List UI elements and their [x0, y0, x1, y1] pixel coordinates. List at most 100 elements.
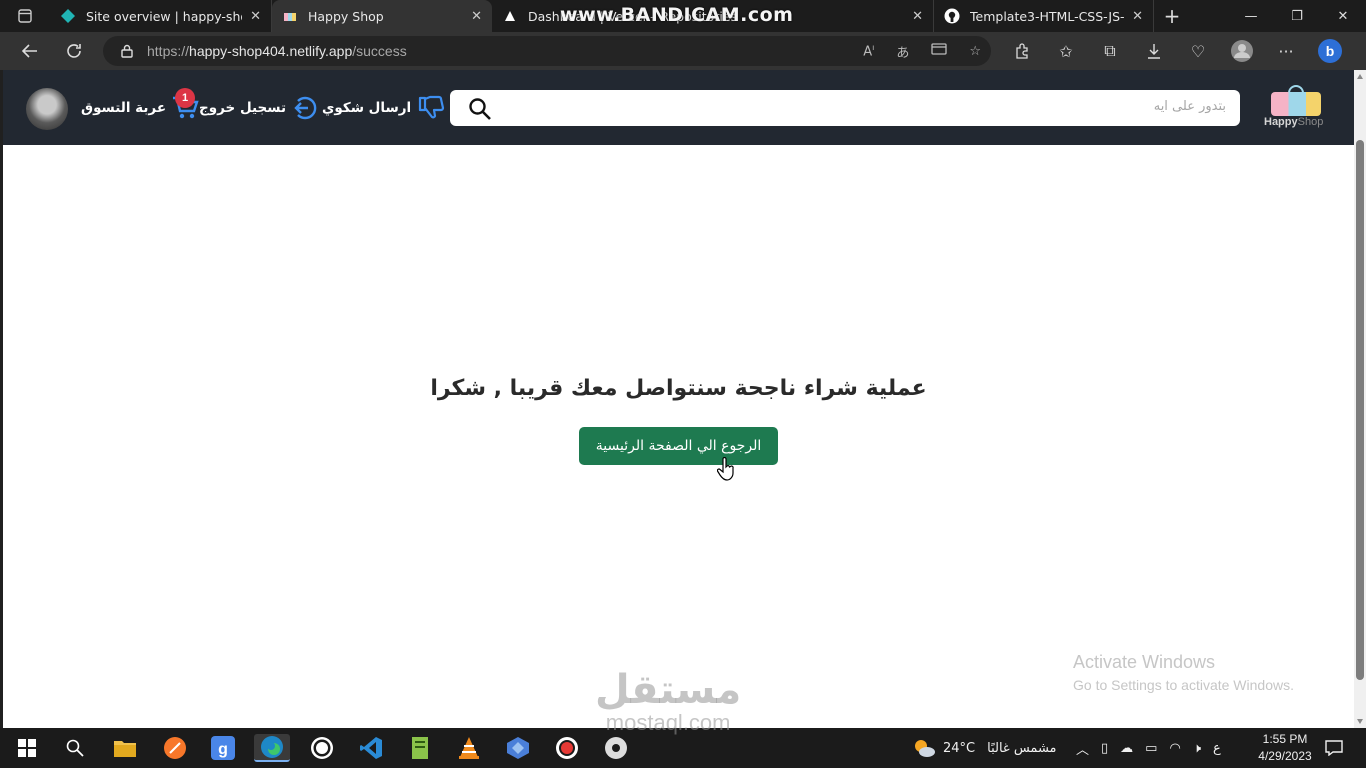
volume-icon[interactable]: 🕨: [1193, 741, 1201, 756]
settings-more-icon[interactable]: ···: [1264, 42, 1308, 61]
search-taskbar-button[interactable]: [57, 734, 93, 762]
performance-icon[interactable]: ♡: [1176, 42, 1220, 61]
bing-icon[interactable]: b: [1308, 38, 1352, 64]
collections-icon[interactable]: ⧉: [1088, 41, 1132, 61]
tab-github-template[interactable]: Template3-HTML-CSS-JS-SASS ✕: [934, 0, 1154, 32]
battery-icon[interactable]: ▭: [1145, 741, 1157, 756]
bandicam-watermark: www.BANDICAM.com: [560, 4, 794, 26]
google-icon[interactable]: g: [205, 734, 241, 762]
activate-title: Activate Windows: [1073, 652, 1216, 672]
windows-taskbar: g مستقل mostaql.com 24°C مشمس غالبًا ︿ ▯…: [0, 668, 1366, 768]
tab-title: Site overview | happy-shop404: [86, 8, 242, 24]
thumbs-down-icon: [417, 95, 445, 121]
phone-link-icon[interactable]: ▯: [1101, 741, 1108, 756]
notepad-plus-icon[interactable]: [403, 734, 439, 762]
search-input[interactable]: بتدور على ايه: [450, 90, 1240, 126]
activate-windows-notice: Activate Windows Go to Settings to activ…: [1073, 652, 1294, 693]
back-arrow-icon: [21, 44, 37, 58]
onedrive-icon[interactable]: ☁: [1120, 741, 1133, 756]
complaint-label: ارسال شكوي: [322, 100, 412, 116]
hand-cursor-icon: [717, 457, 734, 481]
chevron-up-icon[interactable]: ︿: [1076, 739, 1089, 758]
happy-shop-logo[interactable]: HappyShop: [1261, 84, 1331, 134]
url-text: https://happy-shop404.netlify.app/succes…: [147, 43, 407, 59]
close-tab-icon[interactable]: ✕: [250, 9, 261, 24]
input-language[interactable]: ع: [1213, 741, 1221, 756]
extensions-icon[interactable]: [1000, 43, 1044, 59]
tab-title: Happy Shop: [308, 8, 384, 24]
refresh-icon: [67, 44, 81, 58]
github-icon: [944, 8, 960, 24]
site-header: عربة التسوق 1 تسجيل خروج ارسال شكوي بتدو…: [3, 70, 1354, 145]
scrollbar-thumb[interactable]: [1356, 140, 1364, 680]
clock-date: 4/29/2023: [1258, 749, 1312, 763]
close-window-icon[interactable]: ✕: [1320, 0, 1366, 32]
system-tray: ︿ ▯ ☁ ▭ ◠ 🕨 ع: [1076, 728, 1221, 768]
mostaql-watermark-arabic: مستقل: [595, 667, 742, 713]
activate-subtitle: Go to Settings to activate Windows.: [1073, 677, 1294, 693]
success-message: عملية شراء ناجحة سنتواصل معك قريبا , شكر…: [430, 376, 927, 401]
mostaql-watermark: مستقل mostaql.com: [595, 668, 741, 736]
start-button[interactable]: [9, 734, 45, 762]
photos-app-icon[interactable]: [500, 734, 536, 762]
maximize-icon[interactable]: ❐: [1274, 0, 1320, 32]
read-aloud-icon[interactable]: Aı: [863, 43, 874, 59]
sun-cloud-icon: [915, 740, 935, 757]
wifi-icon[interactable]: ◠: [1169, 741, 1180, 756]
reader-view-icon[interactable]: [931, 43, 947, 59]
windows-logo-icon: [18, 739, 36, 757]
weather-temp: 24°C: [943, 740, 976, 756]
browser-toolbar: https://happy-shop404.netlify.app/succes…: [0, 32, 1366, 70]
tab-site-overview[interactable]: Site overview | happy-shop404 ✕: [50, 0, 272, 32]
scroll-down-icon[interactable]: [1357, 719, 1363, 724]
svg-text:b: b: [1326, 43, 1335, 59]
bandicam-record-icon[interactable]: [549, 734, 585, 762]
happy-shop-favicon-icon: [282, 8, 298, 24]
clock-time: 1:55 PM: [1262, 732, 1308, 746]
page-scrollbar[interactable]: [1354, 70, 1366, 728]
edge-browser-icon[interactable]: [254, 734, 290, 762]
mostaql-watermark-latin: mostaql.com: [605, 710, 731, 735]
cart-count-badge: 1: [175, 88, 195, 108]
firefox-dev-icon[interactable]: [157, 734, 193, 762]
lock-icon: [121, 44, 133, 58]
user-avatar[interactable]: [26, 88, 68, 130]
search-icon[interactable]: [468, 97, 492, 125]
weather-description: مشمس غالبًا: [987, 740, 1057, 756]
tab-title: Template3-HTML-CSS-JS-SASS: [970, 8, 1125, 24]
tab-actions-icon: [18, 9, 32, 23]
close-tab-icon[interactable]: ✕: [912, 9, 923, 24]
logout-label: تسجيل خروج: [199, 100, 287, 116]
address-bar[interactable]: https://happy-shop404.netlify.app/succes…: [103, 36, 991, 66]
back-home-button[interactable]: الرجوع الي الصفحة الرئيسية: [579, 427, 778, 465]
window-controls: — ❐ ✕: [1228, 0, 1366, 32]
back-button[interactable]: [8, 32, 52, 70]
search-icon: [66, 739, 84, 757]
vscode-icon[interactable]: [353, 734, 389, 762]
close-tab-icon[interactable]: ✕: [1132, 9, 1143, 24]
refresh-button[interactable]: [52, 32, 96, 70]
weather-widget[interactable]: 24°C مشمس غالبًا: [912, 728, 1057, 768]
cart-label: عربة التسوق: [81, 100, 167, 116]
media-player-icon[interactable]: [598, 734, 634, 762]
favorites-icon[interactable]: ✩: [1044, 42, 1088, 61]
new-tab-button[interactable]: +: [1154, 4, 1190, 28]
add-favorite-icon[interactable]: ☆: [969, 44, 981, 59]
whatsapp-icon[interactable]: [304, 734, 340, 762]
vercel-icon: [502, 8, 518, 24]
complaint-link[interactable]: ارسال شكوي: [322, 95, 445, 121]
downloads-icon[interactable]: [1132, 43, 1176, 59]
close-tab-icon[interactable]: ✕: [471, 9, 482, 24]
profile-icon[interactable]: [1220, 40, 1264, 62]
minimize-icon[interactable]: —: [1228, 0, 1274, 32]
tab-actions-button[interactable]: [0, 0, 50, 32]
tab-happy-shop[interactable]: Happy Shop ✕: [272, 0, 492, 32]
scroll-up-icon[interactable]: [1357, 74, 1363, 79]
search-placeholder: بتدور على ايه: [1153, 99, 1226, 114]
translate-icon[interactable]: あ: [896, 42, 909, 61]
taskbar-clock[interactable]: 1:55 PM 4/29/2023: [1250, 731, 1320, 765]
notifications-button[interactable]: [1325, 728, 1343, 768]
file-explorer-icon[interactable]: [107, 734, 143, 762]
vlc-icon[interactable]: [451, 734, 487, 762]
logout-link[interactable]: تسجيل خروج: [199, 95, 318, 121]
